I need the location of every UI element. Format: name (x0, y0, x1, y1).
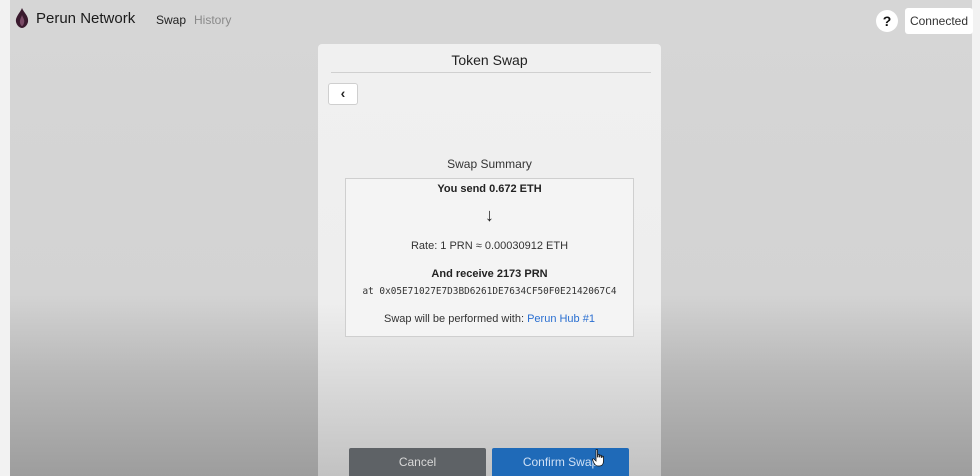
connected-button[interactable]: Connected (905, 8, 973, 34)
nav-item-swap[interactable]: Swap (156, 13, 186, 27)
help-button[interactable]: ? (876, 10, 898, 32)
top-navigation: Perun Network Swap History ? Connected (10, 6, 973, 36)
arrow-down-icon: ↓ (485, 205, 494, 225)
token-swap-modal: Token Swap ‹ Swap Summary You send 0.672… (318, 44, 661, 476)
modal-divider (331, 72, 651, 73)
receive-address: at 0x05E71027E7D3BD6261DE7634CF50F0E2142… (362, 286, 617, 297)
brand-name[interactable]: Perun Network (36, 10, 135, 27)
swap-summary-box: You send 0.672 ETH ↓ Rate: 1 PRN ≈ 0.000… (345, 178, 634, 337)
perun-logo-icon (15, 8, 29, 28)
receive-amount: And receive 2173 PRN (431, 268, 548, 280)
nav-item-history[interactable]: History (194, 13, 231, 27)
hub-prefix: Swap will be performed with: (384, 313, 528, 325)
modal-title: Token Swap (451, 52, 528, 68)
hub-info: Swap will be performed with: Perun Hub #… (346, 313, 633, 325)
swap-summary-heading: Swap Summary (447, 157, 532, 171)
confirm-swap-button[interactable]: Confirm Swap (492, 448, 629, 476)
right-edge (972, 0, 980, 476)
hand-pointer-icon (592, 449, 604, 467)
send-amount: You send 0.672 ETH (437, 183, 542, 195)
hub-link[interactable]: Perun Hub #1 (527, 313, 595, 325)
left-edge (0, 0, 10, 476)
chevron-left-icon: ‹ (340, 85, 346, 101)
exchange-rate: Rate: 1 PRN ≈ 0.00030912 ETH (410, 240, 569, 252)
back-button[interactable]: ‹ (328, 83, 358, 105)
cancel-button[interactable]: Cancel (349, 448, 486, 476)
